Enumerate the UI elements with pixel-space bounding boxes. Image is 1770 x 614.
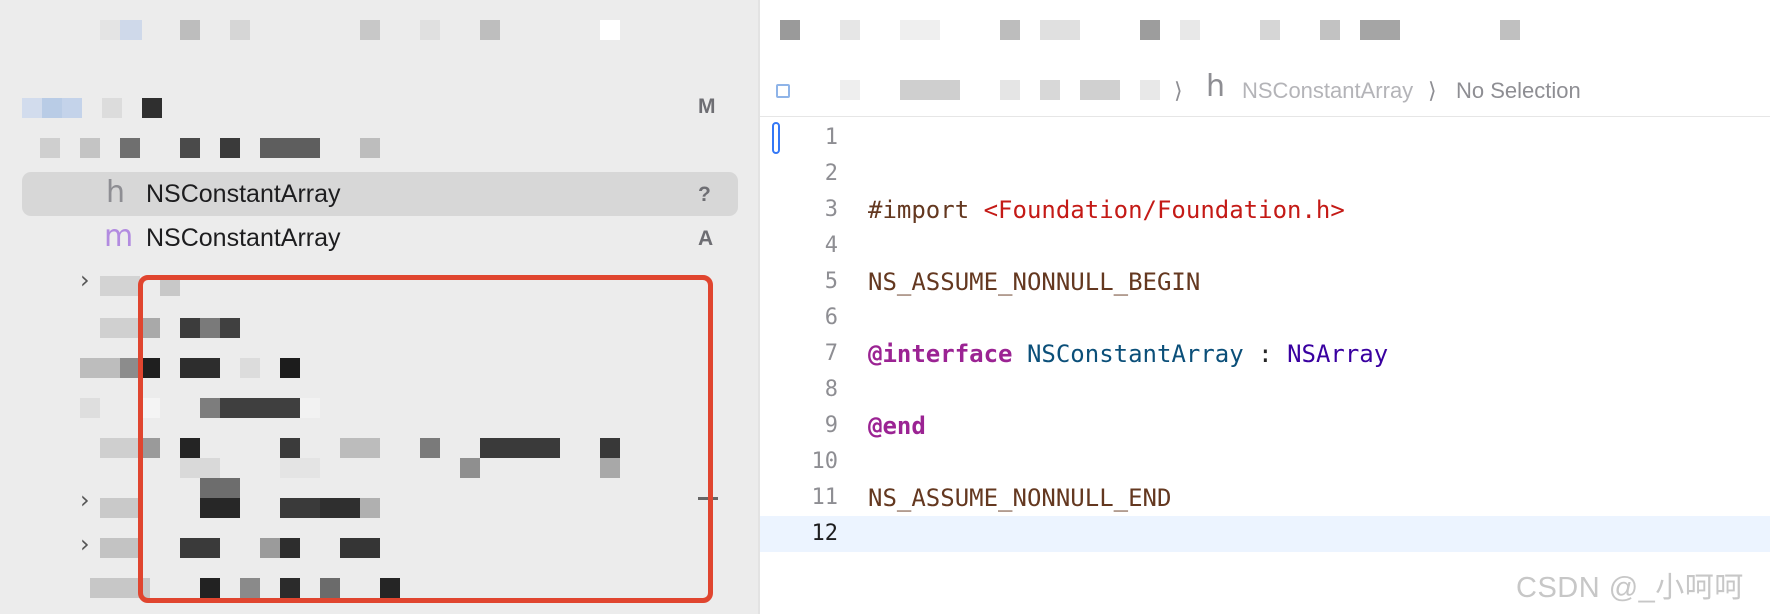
jump-bar: ⟩ h NSConstantArray ⟩ No Selection <box>760 66 1770 117</box>
code-token-plain: : <box>1243 340 1288 368</box>
line-number: 4 <box>824 233 838 258</box>
code-text: @interface NSConstantArray : NSArray <box>868 336 1388 372</box>
navigator-row-header-file[interactable]: h NSConstantArray ? <box>22 172 738 216</box>
source-editor: ⟩ h NSConstantArray ⟩ No Selection 1 2 3 #i… <box>760 0 1770 614</box>
line-number: 3 <box>824 197 838 222</box>
code-token-string: <Foundation/Foundation.h> <box>983 196 1345 224</box>
editor-tabbar-blurred <box>780 20 1740 40</box>
code-line[interactable]: 12 <box>760 516 1770 552</box>
navigator-group-blurred <box>40 138 380 158</box>
code-text: @end <box>868 408 926 444</box>
implementation-file-icon: m <box>104 219 134 254</box>
code-line[interactable]: 4 <box>760 228 1770 264</box>
code-text: NS_ASSUME_NONNULL_END <box>868 480 1171 516</box>
jump-bar-separator-2: ⟩ <box>1428 78 1437 103</box>
status-badge-top: M <box>698 95 716 118</box>
navigator-toolbar-blurred <box>100 20 630 40</box>
project-navigator: M h NSConstantArray ? m NSConstantArray … <box>0 0 758 614</box>
code-token-keyword: @end <box>868 412 926 440</box>
line-number: 11 <box>811 485 839 510</box>
jump-bar-back-icon[interactable] <box>776 84 790 98</box>
code-line[interactable]: 7 @interface NSConstantArray : NSArray <box>760 336 1770 372</box>
project-name-blurred <box>22 98 162 118</box>
code-line[interactable]: 11 NS_ASSUME_NONNULL_END <box>760 480 1770 516</box>
code-text: NS_ASSUME_NONNULL_BEGIN <box>868 264 1200 300</box>
code-token-classref: NSArray <box>1287 340 1389 368</box>
code-line[interactable]: 10 <box>760 444 1770 480</box>
line-number: 12 <box>811 521 839 546</box>
jump-bar-separator: ⟩ <box>1174 78 1183 103</box>
header-file-icon: h <box>106 175 126 210</box>
code-token-preproc: #import <box>868 196 984 224</box>
code-line[interactable]: 6 <box>760 300 1770 336</box>
jump-bar-path-blurred <box>840 80 1160 100</box>
line-number: 10 <box>811 449 839 474</box>
line-number: 9 <box>824 413 838 438</box>
code-line[interactable]: 9 @end <box>760 408 1770 444</box>
jump-bar-selection[interactable]: No Selection <box>1456 76 1581 106</box>
code-area[interactable]: 1 2 3 #import <Foundation/Foundation.h> 4 5 NS… <box>760 120 1770 614</box>
line-number: 5 <box>824 269 838 294</box>
code-line[interactable]: 1 <box>760 120 1770 156</box>
annotation-highlight-box <box>138 275 713 603</box>
implementation-file-name: NSConstantArray <box>146 224 341 252</box>
status-badge-impl: A <box>698 227 714 250</box>
code-token-macro: NS_ASSUME_NONNULL_BEGIN <box>868 268 1201 296</box>
disclosure-chevron-icon-2[interactable]: › <box>80 488 90 512</box>
navigator-row-project[interactable]: M <box>0 88 740 128</box>
disclosure-chevron-icon-3[interactable]: › <box>80 532 90 556</box>
status-badge-header: ? <box>698 183 711 206</box>
line-number: 2 <box>824 161 838 186</box>
jump-bar-file-name[interactable]: NSConstantArray <box>1242 76 1413 106</box>
line-number: 6 <box>824 305 838 330</box>
navigator-row-impl-file[interactable]: m NSConstantArray A <box>0 218 740 258</box>
line-number: 1 <box>824 125 838 150</box>
code-line[interactable]: 5 NS_ASSUME_NONNULL_BEGIN <box>760 264 1770 300</box>
code-token-keyword: @interface <box>868 340 1013 368</box>
header-file-name: NSConstantArray <box>146 180 341 208</box>
disclosure-chevron-icon[interactable]: › <box>80 268 90 292</box>
code-text: #import <Foundation/Foundation.h> <box>868 192 1345 228</box>
watermark-text: CSDN @_小呵呵 <box>1516 572 1744 604</box>
code-line[interactable]: 2 <box>760 156 1770 192</box>
code-line[interactable]: 8 <box>760 372 1770 408</box>
line-number: 8 <box>824 377 838 402</box>
code-line[interactable]: 3 #import <Foundation/Foundation.h> <box>760 192 1770 228</box>
line-number: 7 <box>824 341 838 366</box>
code-token-classdecl: NSConstantArray <box>1026 340 1244 368</box>
code-token-macro: NS_ASSUME_NONNULL_END <box>868 484 1172 512</box>
jump-bar-file-icon: h <box>1206 69 1226 104</box>
